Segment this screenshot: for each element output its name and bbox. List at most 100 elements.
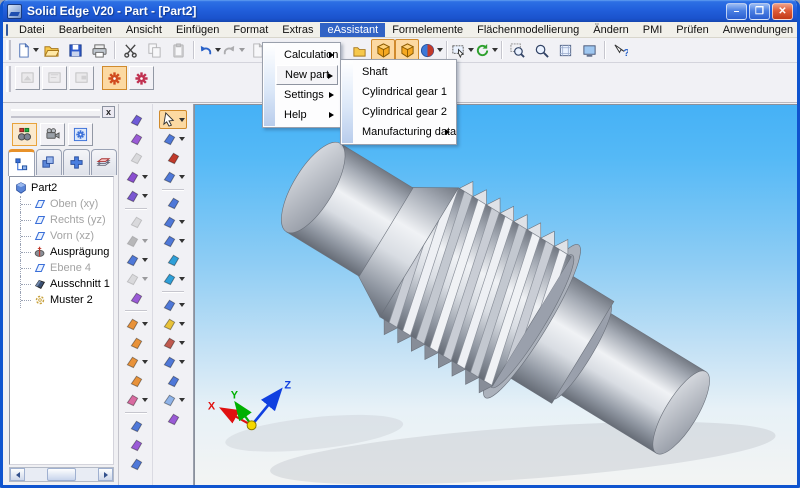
surface-tool-9-button[interactable] [122, 269, 150, 288]
dropdown-arrow-icon[interactable] [179, 175, 185, 179]
menubar-item-eassistant[interactable]: eAssistant [320, 23, 385, 37]
surface-tool-10-button[interactable] [122, 288, 150, 307]
revolved-protrusion-tool-button[interactable] [159, 167, 187, 186]
select-area-button[interactable] [450, 39, 474, 61]
menubar-item-einf-gen[interactable]: Einfügen [169, 23, 226, 37]
print-button[interactable] [87, 39, 111, 61]
scroll-thumb[interactable] [47, 468, 76, 481]
menubar-item-formelemente[interactable]: Formelemente [385, 23, 470, 37]
surface-tool-1-button[interactable] [122, 110, 150, 129]
dimension-step-button[interactable] [69, 66, 94, 90]
tab-family-of-parts[interactable] [36, 149, 63, 175]
surface-tool-12-button[interactable] [122, 435, 150, 454]
edgebar-close-icon[interactable]: x [102, 106, 115, 118]
dropdown-arrow-icon[interactable] [215, 48, 221, 52]
dropdown-arrow-icon[interactable] [468, 48, 474, 52]
dropdown-arrow-icon[interactable] [179, 137, 185, 141]
menu-item-settings[interactable]: Settings [276, 85, 338, 105]
dropdown-arrow-icon[interactable] [179, 360, 185, 364]
tree-item-ebene-4[interactable]: Ebene 4 [14, 260, 113, 276]
cut-button[interactable] [118, 39, 142, 61]
sketch-tool-button[interactable] [159, 129, 187, 148]
tree-item-muster-2[interactable]: Muster 2 [14, 292, 113, 308]
feature-tool-3-button[interactable] [159, 231, 187, 250]
eassistant-exchange-button[interactable] [129, 66, 154, 90]
submenu-item-cylindrical-gear-2[interactable]: Cylindrical gear 2 [354, 102, 454, 122]
dropdown-arrow-icon[interactable] [142, 239, 148, 243]
dropdown-arrow-icon[interactable] [179, 220, 185, 224]
menubar-item-format[interactable]: Format [226, 23, 275, 37]
surface-tool-7-button[interactable] [122, 231, 150, 250]
menubar-item-pmi[interactable]: PMI [636, 23, 670, 37]
tree-item-part2[interactable]: Part2 [14, 180, 113, 196]
fit-view-button[interactable] [553, 39, 577, 61]
open-button[interactable] [39, 39, 63, 61]
shaded-view-button[interactable] [371, 39, 395, 61]
submenu-item-cylindrical-gear-1[interactable]: Cylindrical gear 1 [354, 82, 454, 102]
dropdown-arrow-icon[interactable] [142, 398, 148, 402]
menubar-item-datei[interactable]: Datei [12, 23, 52, 37]
dropdown-arrow-icon[interactable] [142, 360, 148, 364]
curve-tool-4-button[interactable] [122, 371, 150, 390]
menubar-item-extras[interactable]: Extras [275, 23, 320, 37]
feature-tool-4-button[interactable] [159, 250, 187, 269]
surface-tool-11-button[interactable] [122, 416, 150, 435]
submenu-item-manufacturing-data[interactable]: Manufacturing data [354, 122, 454, 142]
tab-feature-library[interactable] [63, 149, 90, 175]
help-button[interactable] [608, 39, 632, 61]
curve-tool-5-button[interactable] [122, 390, 150, 409]
3d-viewport[interactable]: X Y Z [194, 104, 797, 485]
dropdown-arrow-icon[interactable] [33, 48, 39, 52]
dropdown-arrow-icon[interactable] [179, 118, 185, 122]
toolbar-grip[interactable] [6, 66, 11, 92]
feature-tool-10-button[interactable] [159, 409, 187, 428]
menubar-item-anwendungen[interactable]: Anwendungen [716, 23, 800, 37]
scroll-right-icon[interactable] [98, 468, 113, 481]
tab-feature-pathfinder[interactable] [8, 149, 35, 176]
surface-tool-4-button[interactable] [122, 167, 150, 186]
menubar-item-ansicht[interactable]: Ansicht [119, 23, 169, 37]
surface-tool-6-button[interactable] [122, 212, 150, 231]
dropdown-arrow-icon[interactable] [142, 277, 148, 281]
feature-tool-8-button[interactable] [159, 333, 187, 352]
feature-tool-6-button[interactable] [159, 295, 187, 314]
dropdown-arrow-icon[interactable] [239, 48, 245, 52]
save-button[interactable] [63, 39, 87, 61]
dropdown-arrow-icon[interactable] [179, 341, 185, 345]
tab-layers[interactable] [91, 149, 118, 175]
close-button[interactable]: ✕ [772, 3, 793, 20]
pattern-tool-button[interactable] [159, 371, 187, 390]
minimize-button[interactable]: – [726, 3, 747, 20]
plane-tool-button[interactable] [159, 390, 187, 409]
undo-button[interactable] [197, 39, 221, 61]
surface-tool-2-button[interactable] [122, 129, 150, 148]
feature-tool-9-button[interactable] [159, 352, 187, 371]
sketch-step-button[interactable] [15, 66, 40, 90]
dropdown-arrow-icon[interactable] [179, 277, 185, 281]
scroll-track[interactable] [25, 468, 98, 481]
paste-button[interactable] [166, 39, 190, 61]
profile-step-button[interactable] [42, 66, 67, 90]
dropdown-arrow-icon[interactable] [142, 194, 148, 198]
dropdown-arrow-icon[interactable] [179, 322, 185, 326]
zoom-area-button[interactable] [505, 39, 529, 61]
tree-item-rechts-yz[interactable]: Rechts (yz) [14, 212, 113, 228]
surface-tool-8-button[interactable] [122, 250, 150, 269]
zoom-button[interactable] [529, 39, 553, 61]
tree-item-ausschnitt-1[interactable]: Ausschnitt 1 [14, 276, 113, 292]
view-style-button[interactable] [419, 39, 443, 61]
curve-tool-2-button[interactable] [122, 333, 150, 352]
dropdown-arrow-icon[interactable] [179, 239, 185, 243]
menu-item-new-part[interactable]: New part [276, 65, 338, 85]
menu-item-calculation[interactable]: Calculation [276, 45, 338, 65]
surface-tool-13-button[interactable] [122, 454, 150, 473]
menubar-item-ndern[interactable]: Ändern [586, 23, 635, 37]
menu-item-help[interactable]: Help [276, 105, 338, 125]
tree-item-oben-xy[interactable]: Oben (xy) [14, 196, 113, 212]
dropdown-arrow-icon[interactable] [437, 48, 443, 52]
submenu-item-shaft[interactable]: Shaft [354, 62, 454, 82]
surface-tool-5-button[interactable] [122, 186, 150, 205]
rotate-view-button[interactable] [474, 39, 498, 61]
dropdown-arrow-icon[interactable] [142, 175, 148, 179]
scroll-left-icon[interactable] [10, 468, 25, 481]
